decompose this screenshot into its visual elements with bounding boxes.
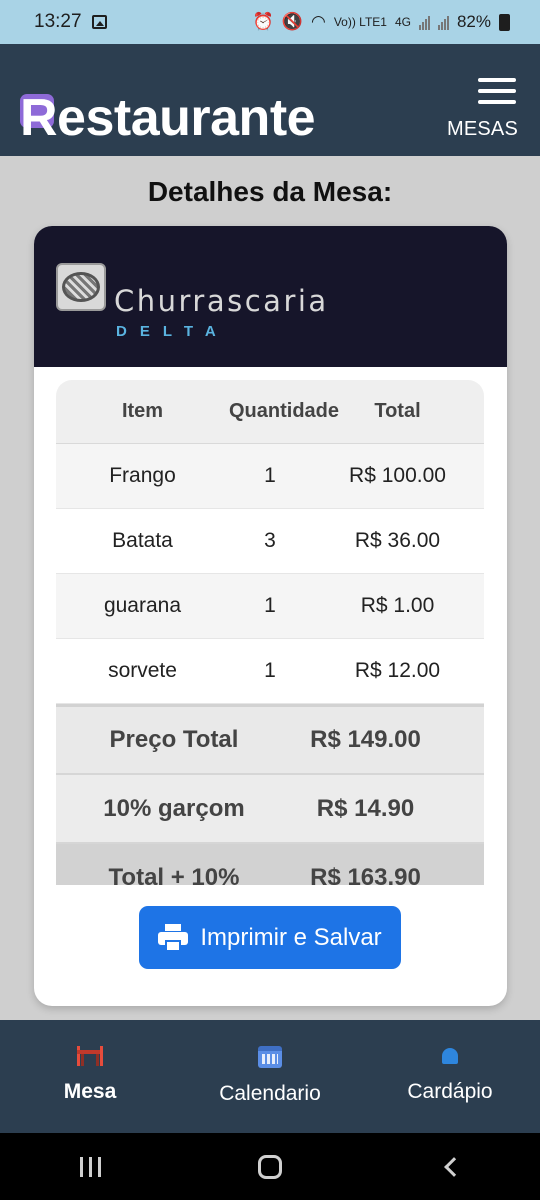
item-quantity: 1 [264,464,276,487]
bottom-nav: Mesa Calendario Cardápio [0,1020,540,1133]
home-button[interactable] [240,1142,300,1192]
wifi-icon: ◠ [310,12,326,31]
nav-item-cardapio[interactable]: Cardápio [360,1020,540,1133]
item-quantity: 3 [264,529,276,552]
brand[interactable]: Restaurante [20,89,316,147]
mesas-link[interactable]: MESAS [447,118,518,141]
print-save-button[interactable]: Imprimir e Salvar [139,906,401,969]
status-time: 13:27 [34,11,82,32]
restaurant-header: Churrascaria DELTA [34,226,507,367]
item-total: R$ 36.00 [354,529,441,552]
nav-label: Calendario [219,1082,321,1105]
status-bar-left: 13:27 [34,11,107,33]
table-header-row: Item Quantidade Total [56,380,484,444]
app-title: Restaurante [20,89,316,147]
column-header-total: Total [374,400,421,422]
summary-value: R$ 163.90 [310,863,421,886]
table-icon [77,1046,103,1066]
nav-item-calendario[interactable]: Calendario [180,1020,360,1133]
item-quantity: 1 [264,659,276,682]
item-total: R$ 1.00 [360,594,435,617]
recent-apps-icon [79,1156,101,1177]
network-4g-label: 4G [394,15,411,29]
item-name: sorvete [108,659,177,682]
order-table[interactable]: Item Quantidade Total Frango 1 R$ 100.00… [56,380,484,885]
item-name: Batata [112,529,173,552]
column-header-item: Item [121,400,164,422]
column-header-quantity: Quantidade [229,400,340,422]
printer-icon [158,923,189,952]
nav-item-mesa[interactable]: Mesa [0,1020,180,1133]
table-row: Frango 1 R$ 100.00 [56,444,484,509]
app-bar: Restaurante MESAS [0,44,540,156]
summary-value: R$ 149.00 [310,726,421,753]
bell-icon [437,1046,463,1066]
restaurant-subtitle: DELTA [116,323,229,340]
signal-2-icon [437,14,449,30]
table-row: sorvete 1 R$ 12.00 [56,639,484,704]
summary-value: R$ 14.90 [316,794,415,822]
menu-icon[interactable] [478,78,516,104]
status-bar-right: ⏰ 🔇 ◠ Vo)) LTE1 4G 82% [253,12,510,32]
back-button[interactable] [420,1142,480,1192]
system-nav-bar [0,1133,540,1200]
volte-label: Vo)) LTE1 [333,15,387,29]
restaurant-logo-icon [56,263,106,311]
mute-icon: 🔇 [281,12,303,31]
table-details-card: Churrascaria DELTA Item Quantidade Total… [34,226,507,1006]
restaurant-name: Churrascaria [114,284,329,318]
table-row: Batata 3 R$ 36.00 [56,509,484,574]
item-name: Frango [109,464,176,487]
table-row: guarana 1 R$ 1.00 [56,574,484,639]
summary-row-grand-total: Total + 10% R$ 163.90 [56,842,484,885]
print-save-label: Imprimir e Salvar [200,923,382,951]
summary-row-service: 10% garçom R$ 14.90 [56,773,484,842]
signal-icon [418,14,430,30]
summary-row-subtotal: Preço Total R$ 149.00 [56,704,484,773]
nav-label: Mesa [63,1080,117,1103]
item-name: guarana [103,594,182,617]
item-quantity: 1 [264,594,276,617]
recent-apps-button[interactable] [60,1142,120,1192]
item-total: R$ 100.00 [349,464,446,487]
item-total: R$ 12.00 [354,659,441,682]
battery-icon [499,13,510,31]
battery-percent: 82% [456,12,491,31]
gallery-icon [91,15,107,29]
home-icon [258,1154,282,1179]
summary-label: Total + 10% [108,863,240,886]
summary-label: 10% garçom [103,794,245,822]
calendar-icon [258,1046,282,1068]
back-icon [444,1156,464,1177]
summary-label: Preço Total [109,726,239,753]
page-title: Detalhes da Mesa: [147,176,393,207]
nav-label: Cardápio [407,1080,493,1103]
alarm-icon: ⏰ [252,12,274,31]
status-bar: 13:27 ⏰ 🔇 ◠ Vo)) LTE1 4G 82% [0,0,540,44]
